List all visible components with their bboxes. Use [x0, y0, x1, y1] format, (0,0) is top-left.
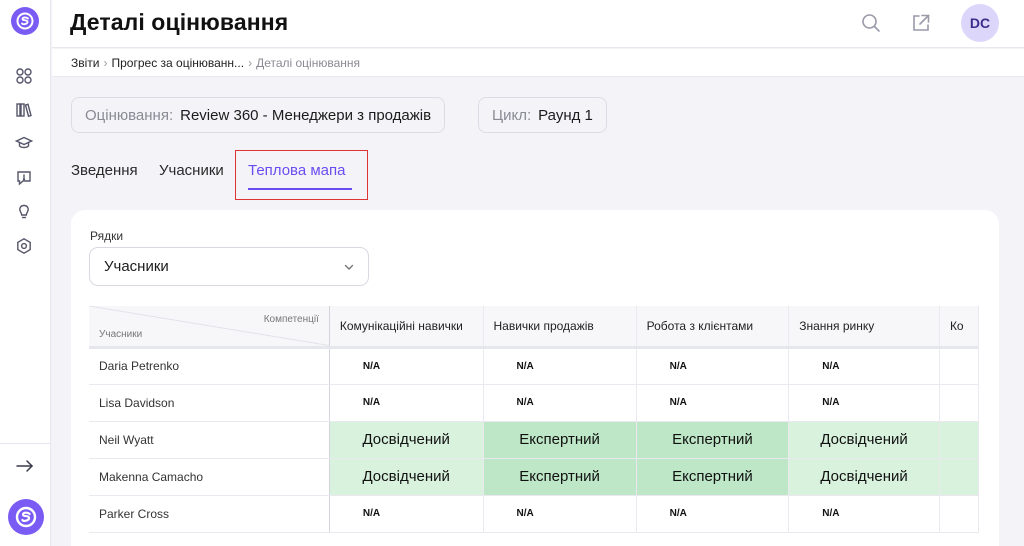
tab-participants[interactable]: Учасники [159, 162, 224, 179]
assessment-chip-value: Review 360 - Менеджери з продажів [180, 106, 432, 124]
heatmap-cell[interactable]: N/A [636, 347, 790, 385]
column-header-market-knowledge[interactable]: Знання ринку [788, 306, 940, 349]
heatmap-cell[interactable]: Досвідчений [329, 458, 484, 496]
chevron-right-icon: › [248, 55, 253, 70]
participant-name[interactable]: Makenna Camacho [89, 458, 330, 496]
participant-name[interactable]: Lisa Davidson [89, 384, 330, 422]
corner-diagonal [89, 306, 323, 344]
rows-select[interactable]: Учасники [89, 247, 369, 286]
heatmap-cell[interactable]: Експертний [636, 458, 790, 496]
corner-competencies-label: Компетенції [263, 314, 319, 325]
breadcrumb: Звіти › Прогрес за оцінюванн... › Деталі… [52, 49, 1024, 77]
assistant-logo-icon[interactable] [8, 499, 44, 535]
apps-icon[interactable] [14, 66, 34, 86]
column-header-sales-skills[interactable]: Навички продажів [483, 306, 637, 349]
rows-select-value: Учасники [104, 258, 169, 275]
rows-select-label: Рядки [90, 229, 124, 243]
heatmap-cell[interactable] [939, 347, 979, 385]
heatmap-cell[interactable]: N/A [636, 495, 790, 533]
heatmap-cell[interactable]: Досвідчений [788, 421, 940, 459]
external-link-icon[interactable] [910, 12, 932, 34]
heatmap-cell[interactable] [939, 495, 979, 533]
highlight-annotation [235, 150, 368, 200]
participant-name[interactable]: Parker Cross [89, 495, 330, 533]
heatmap-header-row: Компетенції Учасники Комунікаційні навич… [89, 306, 979, 349]
heatmap-cell[interactable]: N/A [788, 347, 940, 385]
chevron-down-icon [343, 260, 355, 277]
settings-hex-icon[interactable] [14, 236, 34, 256]
column-header-communication[interactable]: Комунікаційні навички [329, 306, 484, 349]
arrow-right-icon[interactable] [14, 456, 36, 476]
heatmap-cell[interactable]: N/A [329, 384, 484, 422]
cycle-chip[interactable]: Цикл: Раунд 1 [478, 97, 607, 133]
heatmap-cell[interactable] [939, 458, 979, 496]
logo-icon[interactable] [11, 7, 39, 35]
participant-name[interactable]: Daria Petrenko [89, 347, 330, 385]
heatmap-cell[interactable]: N/A [788, 384, 940, 422]
table-row: Daria Petrenko N/A N/A N/A N/A [89, 347, 979, 385]
heatmap-cell[interactable]: N/A [636, 384, 790, 422]
chevron-right-icon: › [103, 55, 108, 70]
tab-summary[interactable]: Зведення [71, 162, 138, 179]
heatmap-cell[interactable]: Експертний [483, 458, 637, 496]
heatmap-table-container[interactable]: Компетенції Учасники Комунікаційні навич… [89, 306, 979, 546]
heatmap-cell[interactable]: N/A [788, 495, 940, 533]
breadcrumb-item-current: Деталі оцінювання [256, 55, 361, 70]
heatmap-cell[interactable]: Досвідчений [329, 421, 484, 459]
assessment-chip[interactable]: Оцінювання: Review 360 - Менеджери з про… [71, 97, 446, 133]
heatmap-cell[interactable]: N/A [483, 495, 637, 533]
breadcrumb-item-progress[interactable]: Прогрес за оцінюванн... [112, 56, 245, 70]
column-header-truncated[interactable]: Ко [939, 306, 979, 349]
table-row: Makenna Camacho Досвідчений Експертний Експ… [89, 458, 979, 496]
heatmap-cell[interactable]: N/A [329, 347, 484, 385]
cycle-chip-value: Раунд 1 [538, 106, 593, 124]
heatmap-table: Компетенції Учасники Комунікаційні навич… [89, 306, 979, 533]
heatmap-cell[interactable]: N/A [483, 384, 637, 422]
avatar[interactable]: DC [961, 4, 999, 42]
sidebar-divider [0, 443, 51, 444]
column-header-client-work[interactable]: Робота з клієнтами [636, 306, 790, 349]
page-title: Деталі оцінювання [70, 9, 289, 35]
library-icon[interactable] [14, 100, 34, 120]
table-row: Neil Wyatt Досвідчений Експертний Експертни… [89, 421, 979, 459]
graduation-cap-icon[interactable] [14, 133, 34, 153]
sidebar [0, 0, 51, 546]
heatmap-cell[interactable]: Експертний [636, 421, 790, 459]
heatmap-cell[interactable]: Досвідчений [788, 458, 940, 496]
heatmap-corner-cell: Компетенції Учасники [89, 306, 330, 349]
heatmap-cell[interactable]: N/A [329, 495, 484, 533]
assessment-chip-label: Оцінювання: [85, 106, 174, 124]
corner-participants-label: Учасники [99, 328, 143, 340]
heatmap-body: Daria Petrenko N/A N/A N/A N/A Lisa Davidson N… [89, 347, 979, 533]
table-row: Lisa Davidson N/A N/A N/A N/A [89, 384, 979, 422]
breadcrumb-item-reports[interactable]: Звіти [71, 56, 100, 70]
heatmap-cell[interactable]: Експертний [483, 421, 637, 459]
heatmap-cell[interactable] [939, 421, 979, 459]
table-row: Parker Cross N/A N/A N/A N/A [89, 495, 979, 533]
cycle-chip-label: Цикл: [492, 106, 532, 124]
heatmap-cell[interactable] [939, 384, 979, 422]
participant-name[interactable]: Neil Wyatt [89, 421, 330, 459]
top-header: Деталі оцінювання DC [52, 0, 1024, 48]
search-icon[interactable] [860, 12, 882, 34]
heatmap-cell[interactable]: N/A [483, 347, 637, 385]
lightbulb-icon[interactable] [14, 202, 34, 222]
chat-question-icon[interactable] [14, 168, 34, 188]
